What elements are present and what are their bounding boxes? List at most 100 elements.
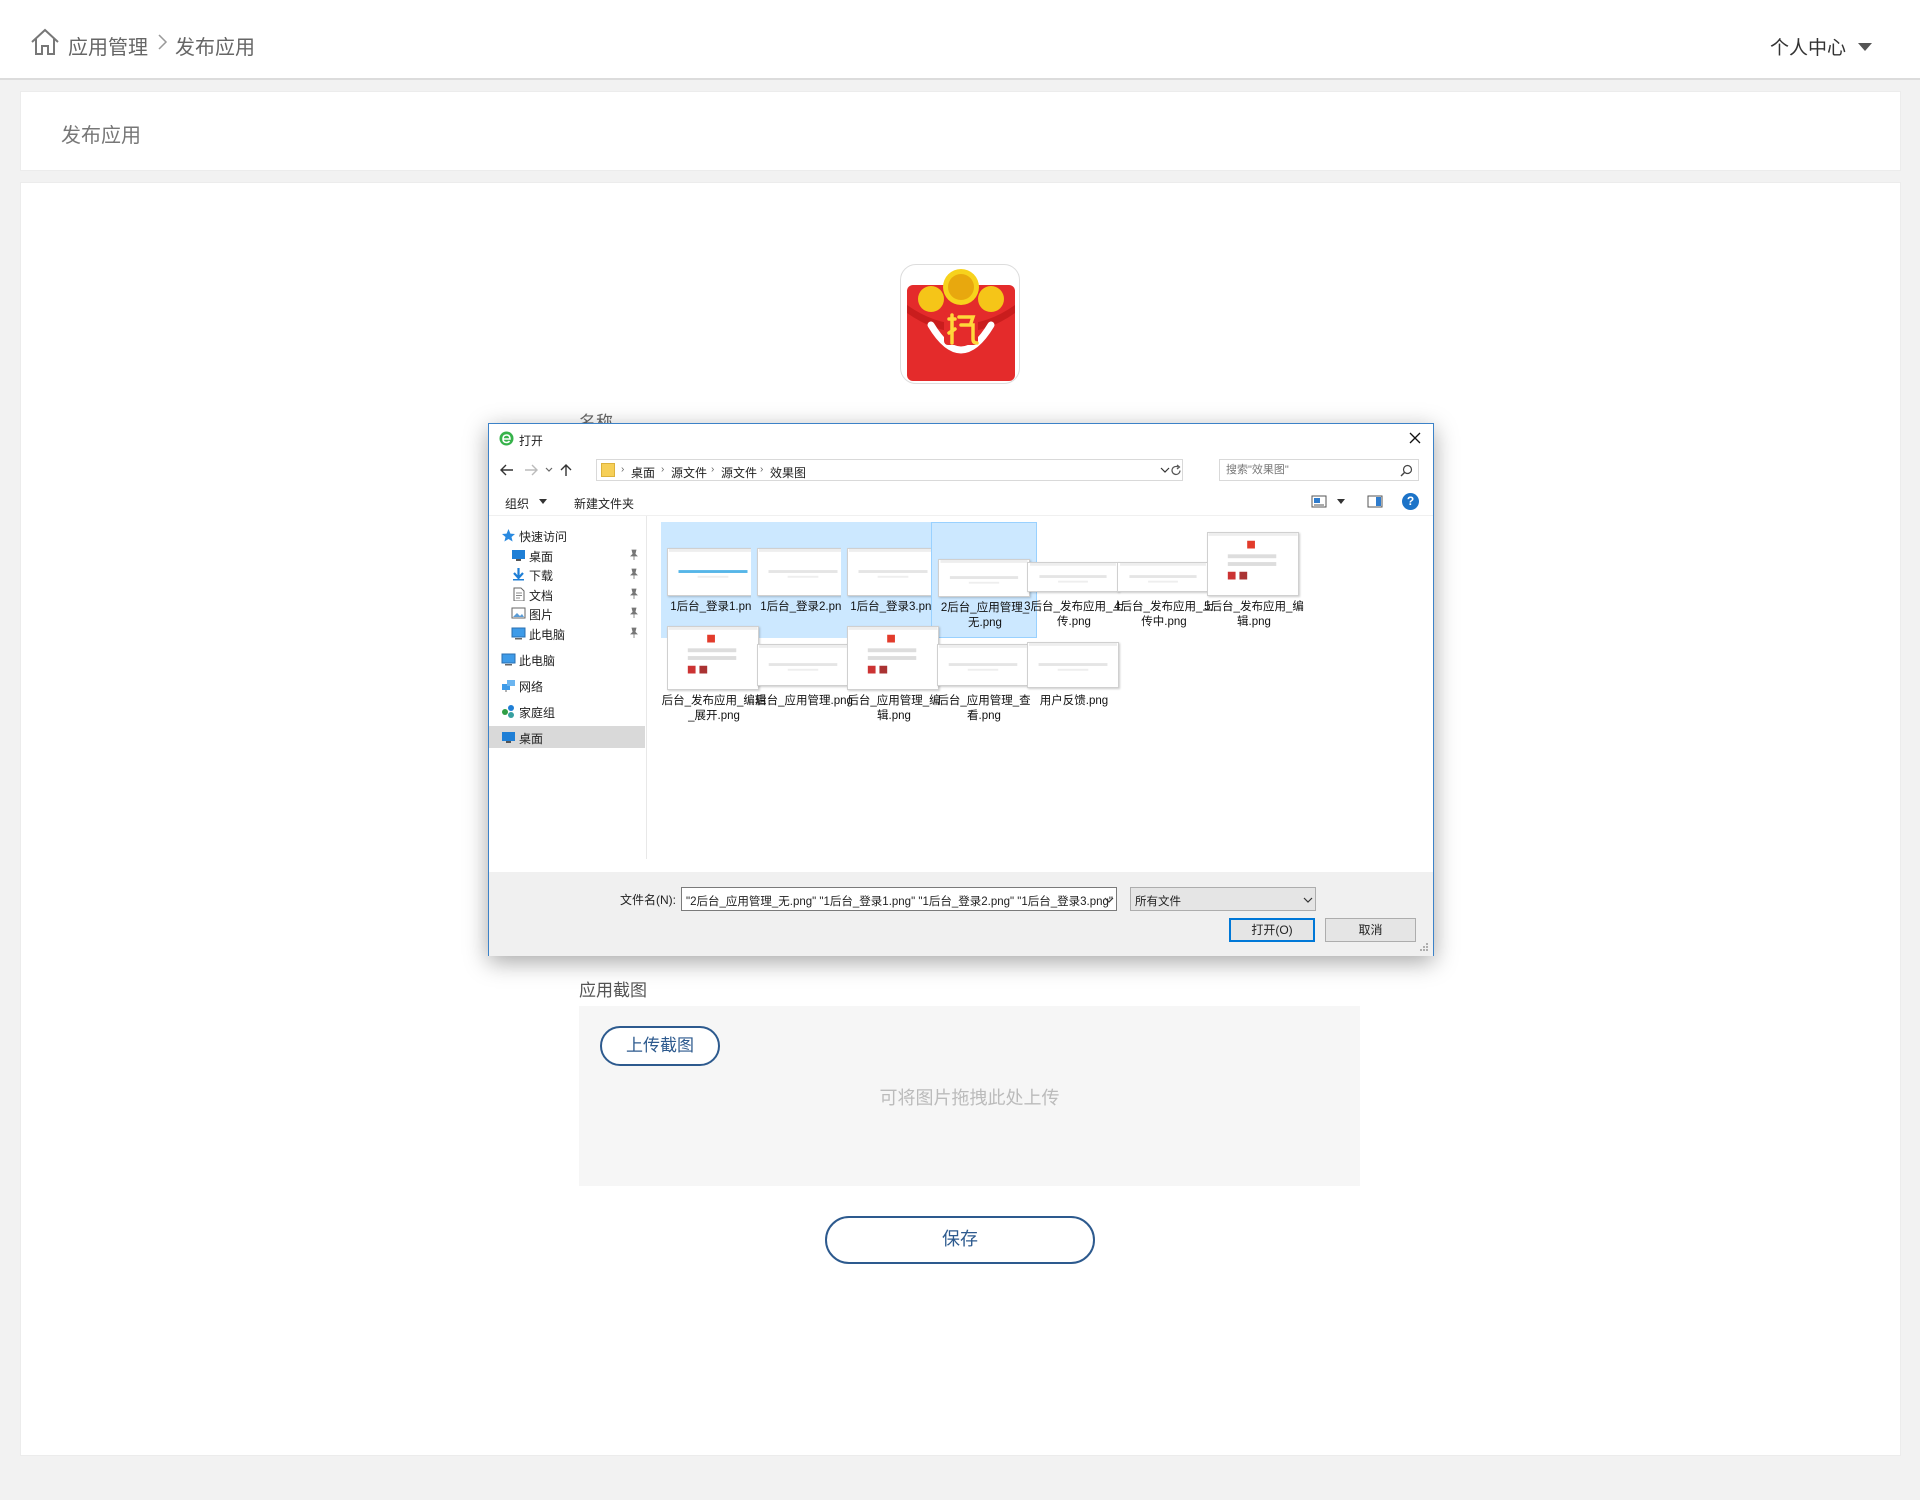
save-button[interactable]: 保存: [825, 1216, 1095, 1264]
user-center-menu[interactable]: 个人中心: [1770, 33, 1846, 60]
caret-down-icon[interactable]: [1858, 43, 1872, 51]
chevron-right-icon: ›: [621, 464, 625, 475]
picture-icon: [511, 607, 526, 619]
pin-icon[interactable]: [629, 588, 639, 599]
address-segment-source-1[interactable]: 源文件: [671, 464, 707, 481]
refresh-icon[interactable]: [1170, 464, 1182, 477]
nav-item-label: 快速访问: [519, 530, 568, 544]
filename-input[interactable]: "2后台_应用管理_无.png" "1后台_登录1.png" "1后台_登录2.…: [681, 887, 1117, 911]
open-file-dialog: 打开 › 桌面 › 源文件 › 源文件 › 效果图 搜索"效果图" 组织 新建文…: [488, 423, 1434, 956]
app-logo-image[interactable]: [900, 264, 1020, 384]
chevron-right-icon: ›: [711, 464, 715, 475]
file-item[interactable]: 5后台_发布应用_编辑.png: [1201, 522, 1307, 638]
nav-item[interactable]: 图片: [489, 602, 645, 624]
image-thumbnail: [757, 644, 849, 686]
filename-value: "2后台_应用管理_无.png" "1后台_登录1.png" "1后台_登录2.…: [686, 896, 1114, 908]
nav-item-label: 此电脑: [529, 628, 566, 642]
nav-item[interactable]: 快速访问: [489, 524, 645, 546]
chevron-down-icon[interactable]: [1104, 896, 1114, 904]
screenshots-label: 应用截图: [579, 981, 647, 1001]
dialog-title: 打开: [519, 434, 544, 448]
browser-app-icon: [499, 431, 514, 446]
pin-icon[interactable]: [629, 549, 639, 560]
address-segment-renders[interactable]: 效果图: [770, 464, 806, 481]
resize-grip-icon[interactable]: [1419, 942, 1429, 952]
top-bar: 应用管理 发布应用 个人中心: [0, 0, 1920, 80]
page-title: 发布应用: [61, 123, 141, 147]
chevron-right-icon: [158, 34, 168, 50]
nav-item[interactable]: 此电脑: [489, 648, 645, 670]
address-segment-desktop[interactable]: 桌面: [631, 464, 655, 481]
recent-locations-icon[interactable]: [545, 463, 553, 477]
up-arrow-icon[interactable]: [559, 463, 573, 477]
home-icon[interactable]: [30, 28, 60, 56]
nav-item-label: 桌面: [519, 732, 544, 746]
chevron-down-icon[interactable]: [1303, 896, 1313, 904]
image-thumbnail: [667, 626, 759, 690]
cancel-button[interactable]: 取消: [1325, 918, 1416, 942]
image-thumbnail: [667, 548, 759, 596]
folder-icon: [601, 463, 615, 477]
address-segment-source-2[interactable]: 源文件: [721, 464, 757, 481]
search-box[interactable]: [1219, 459, 1419, 481]
chevron-down-icon[interactable]: [1160, 466, 1170, 474]
search-input[interactable]: [1226, 462, 1396, 478]
forward-arrow-icon[interactable]: [523, 463, 539, 477]
view-mode-icon[interactable]: [1311, 495, 1327, 508]
computer-icon: [501, 653, 516, 666]
navigation-row: › 桌面 › 源文件 › 源文件 › 效果图: [489, 454, 1433, 486]
chevron-right-icon: ›: [760, 464, 764, 475]
star-icon: [502, 529, 515, 542]
preview-pane-icon[interactable]: [1367, 495, 1383, 508]
file-type-select[interactable]: 所有文件: [1130, 887, 1316, 911]
file-name: 用户反馈.png: [1039, 695, 1109, 707]
nav-item[interactable]: 家庭组: [489, 700, 645, 722]
nav-item[interactable]: 此电脑: [489, 622, 645, 644]
caret-down-icon[interactable]: [539, 499, 547, 504]
desktop-icon: [502, 732, 515, 743]
breadcrumb-app-management[interactable]: 应用管理: [68, 31, 148, 60]
open-button[interactable]: 打开(O): [1229, 918, 1315, 942]
pin-icon[interactable]: [629, 607, 639, 618]
file-type-value: 所有文件: [1135, 896, 1181, 908]
image-thumbnail: [847, 626, 939, 690]
pin-icon[interactable]: [629, 568, 639, 579]
upload-screenshot-button[interactable]: 上传截图: [600, 1026, 720, 1066]
new-folder-button[interactable]: 新建文件夹: [574, 495, 634, 512]
desktop-icon: [512, 550, 525, 561]
image-thumbnail: [1027, 642, 1119, 688]
nav-item[interactable]: 桌面: [489, 726, 645, 748]
file-name: 5后台_发布应用_编辑.png: [1204, 601, 1304, 628]
nav-item[interactable]: 网络: [489, 674, 645, 696]
file-list: 1后台_登录1.png 1后台_登录2.png 1后台_登录3.png 2后台_应用管…: [647, 516, 1433, 859]
address-bar[interactable]: › 桌面 › 源文件 › 源文件 › 效果图: [596, 459, 1183, 481]
file-item[interactable]: 用户反馈.png: [1021, 616, 1127, 732]
page-title-card: 发布应用: [20, 91, 1901, 171]
homegroup-icon: [502, 705, 514, 718]
nav-item-label: 下载: [529, 569, 554, 583]
filename-label: 文件名(N):: [620, 893, 676, 907]
nav-item-label: 此电脑: [519, 654, 556, 668]
nav-item-label: 网络: [519, 680, 544, 694]
help-icon[interactable]: ?: [1402, 493, 1419, 510]
image-thumbnail: [938, 559, 1030, 597]
image-thumbnail: [1117, 562, 1209, 592]
dialog-titlebar[interactable]: 打开: [489, 424, 1433, 454]
computer-icon: [511, 627, 526, 640]
dialog-toolbar: 组织 新建文件夹 ?: [489, 486, 1433, 516]
download-icon: [513, 568, 524, 581]
red-envelope-logo: [907, 269, 1015, 381]
dialog-bottom-bar: 文件名(N): "2后台_应用管理_无.png" "1后台_登录1.png" "…: [489, 872, 1433, 956]
nav-item-label: 家庭组: [519, 706, 556, 720]
caret-down-icon[interactable]: [1337, 499, 1345, 504]
drop-hint-text: 可将图片拖拽此处上传: [879, 1088, 1060, 1109]
organize-menu[interactable]: 组织: [505, 495, 529, 512]
image-thumbnail: [847, 548, 939, 596]
search-icon[interactable]: [1400, 464, 1413, 477]
close-icon[interactable]: [1407, 430, 1423, 446]
nav-item[interactable]: 下载: [489, 563, 645, 585]
pin-icon[interactable]: [629, 627, 639, 638]
back-arrow-icon[interactable]: [499, 463, 515, 477]
document-icon: [513, 587, 525, 601]
image-thumbnail: [1207, 532, 1299, 596]
